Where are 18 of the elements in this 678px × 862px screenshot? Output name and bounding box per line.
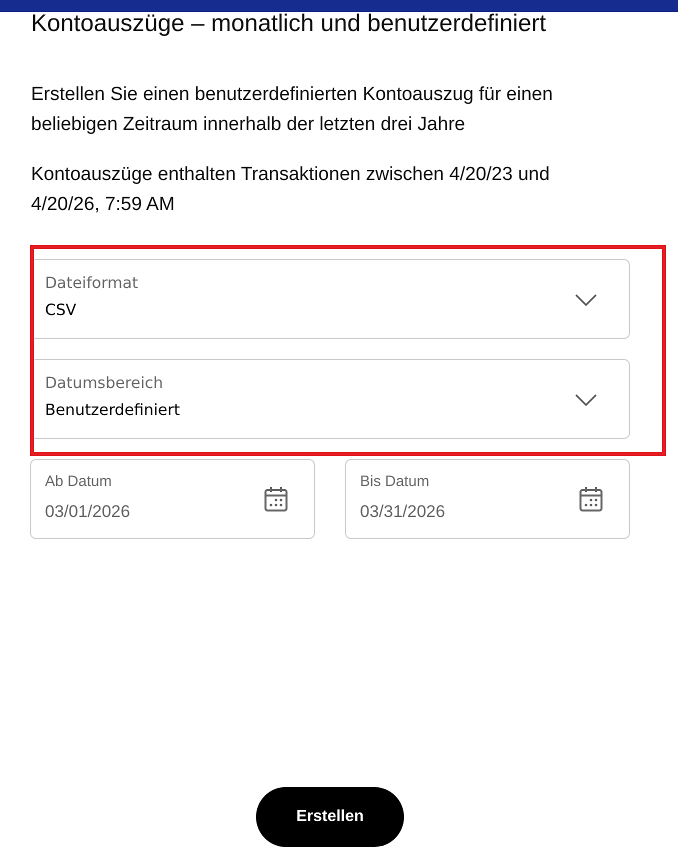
select-label: Dateiformat	[45, 273, 138, 293]
date-value: 03/01/2026	[45, 502, 130, 522]
date-label: Bis Datum	[360, 473, 430, 491]
chevron-down-icon	[575, 294, 597, 306]
calendar-icon	[579, 486, 603, 512]
select-value: CSV	[45, 300, 78, 320]
calendar-icon	[264, 486, 288, 512]
date-field[interactable]: Ab Datum 03/01/2026	[30, 459, 315, 539]
date-label: Ab Datum	[45, 473, 113, 491]
create-button[interactable]: Erstellen	[256, 787, 404, 847]
description-text: Erstellen Sie einen benutzerdefinierten Kontoauszug für einen beliebigen Zeitraum innerhalb der letzten drei Jahre	[31, 83, 554, 137]
date-value: 03/31/2026	[360, 502, 446, 522]
select-value: Benutzerdefiniert	[45, 400, 180, 420]
select-label: Datumsbereich	[45, 373, 164, 393]
page-title: Kontoauszüge – monatlich und benutzerdefiniert	[31, 12, 546, 36]
date-field[interactable]: Bis Datum 03/31/2026	[345, 459, 630, 539]
description-text: Kontoauszüge enthalten Transaktionen zwischen 4/20/23 und 4/20/26, 7:59 AM	[31, 163, 551, 217]
chevron-down-icon	[575, 394, 597, 406]
